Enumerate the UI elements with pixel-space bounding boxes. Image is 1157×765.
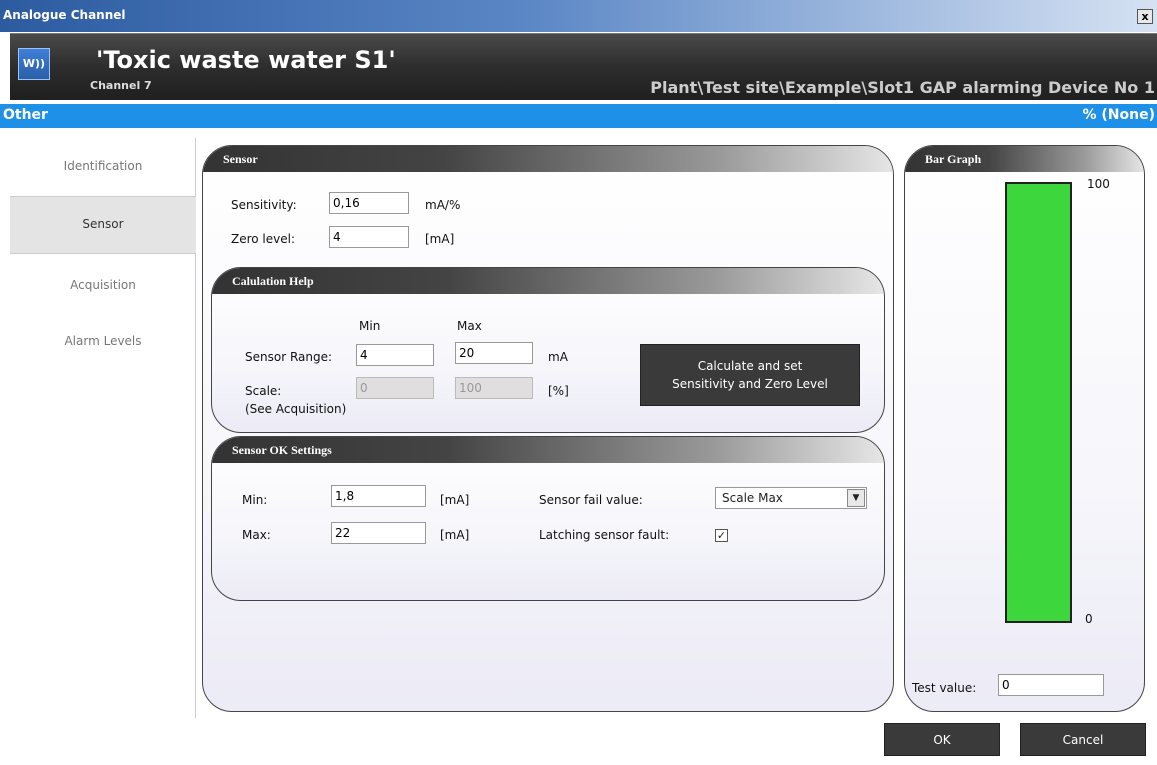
calculate-button-line1: Calculate and set [697, 359, 803, 373]
chevron-down-icon[interactable]: ▼ [847, 489, 865, 507]
sidebar-nav: Identification Sensor Acquisition Alarm … [10, 138, 196, 718]
calculation-help-header: Calulation Help [212, 268, 884, 294]
channel-header: W)) 'Toxic waste water S1' Channel 7 Pla… [10, 33, 1157, 100]
range-unit: mA [548, 350, 568, 364]
sensitivity-label: Sensitivity: [231, 198, 297, 212]
test-value-label: Test value: [912, 681, 977, 695]
channel-name: 'Toxic waste water S1' [96, 46, 396, 74]
channel-path: Plant\Test site\Example\Slot1 GAP alarmi… [650, 78, 1155, 97]
ok-min-input[interactable] [331, 485, 426, 507]
range-min-input[interactable] [356, 344, 434, 366]
sensor-fail-select[interactable]: Scale Max ▼ [715, 487, 867, 509]
sensitivity-unit: mA/% [425, 198, 461, 212]
sensor-range-label: Sensor Range: [245, 350, 333, 364]
ok-max-input[interactable] [331, 522, 426, 544]
ok-button[interactable]: OK [884, 723, 1000, 756]
bar-max-label: 100 [1087, 177, 1110, 191]
calculation-help-panel: Calulation Help Min Max Sensor Range: mA… [211, 267, 885, 433]
ok-min-label: Min: [242, 493, 268, 507]
status-bar: Other % (None) [0, 104, 1157, 128]
sidebar-item-label: Alarm Levels [64, 334, 142, 348]
sensor-ok-panel: Sensor OK Settings Min: [mA] Max: [mA] S… [211, 436, 885, 601]
close-icon[interactable]: x [1137, 9, 1153, 24]
sensor-panel-title: Sensor [223, 152, 258, 166]
sidebar-item-identification[interactable]: Identification [10, 138, 196, 196]
sidebar-item-acquisition[interactable]: Acquisition [10, 254, 196, 312]
sidebar-item-label: Acquisition [70, 278, 136, 292]
bar-graph-panel: Bar Graph 100 0 Test value: [904, 145, 1145, 712]
channel-logo-icon: W)) [18, 48, 50, 80]
scale-label: Scale: [245, 384, 282, 398]
test-value-input[interactable] [998, 674, 1104, 696]
min-column-header: Min [359, 319, 381, 333]
zero-level-label: Zero level: [231, 232, 296, 246]
latching-label: Latching sensor fault: [539, 528, 670, 542]
zero-level-unit: [mA] [425, 232, 455, 246]
sidebar-item-label: Identification [63, 159, 143, 173]
status-unit: % (None) [1082, 107, 1156, 123]
window-titlebar: Analogue Channel x [0, 0, 1157, 32]
window-title: Analogue Channel [3, 8, 126, 22]
sensor-fail-value: Scale Max [722, 491, 783, 505]
sidebar-item-alarm-levels[interactable]: Alarm Levels [10, 312, 196, 370]
sidebar-item-sensor[interactable]: Sensor [10, 196, 196, 254]
sensitivity-input[interactable] [329, 192, 409, 214]
scale-max-input [455, 377, 533, 399]
calculation-help-title: Calulation Help [232, 274, 314, 288]
sensor-ok-header: Sensor OK Settings [212, 437, 884, 463]
bar-min-label: 0 [1085, 612, 1093, 626]
max-column-header: Max [457, 319, 482, 333]
range-max-input[interactable] [455, 342, 533, 364]
zero-level-input[interactable] [329, 226, 409, 248]
ok-max-label: Max: [242, 528, 271, 542]
channel-number: Channel 7 [90, 79, 152, 92]
sensor-ok-title: Sensor OK Settings [232, 443, 332, 457]
status-left: Other [3, 107, 48, 123]
sensor-panel-header: Sensor [203, 146, 893, 172]
bar-graph-header: Bar Graph [905, 146, 1144, 172]
ok-min-unit: [mA] [440, 493, 470, 507]
bar-graph-title: Bar Graph [925, 152, 982, 166]
sensor-fail-label: Sensor fail value: [539, 493, 643, 507]
latching-checkbox[interactable]: ✓ [715, 529, 728, 542]
scale-min-input [356, 377, 434, 399]
calculate-button[interactable]: Calculate and set Sensitivity and Zero L… [640, 344, 860, 406]
level-bar [1005, 182, 1072, 623]
calculate-button-line2: Sensitivity and Zero Level [672, 377, 828, 391]
cancel-button[interactable]: Cancel [1020, 723, 1146, 756]
sidebar-item-label: Sensor [82, 217, 124, 231]
ok-max-unit: [mA] [440, 528, 470, 542]
scale-note: (See Acquisition) [245, 402, 347, 416]
scale-unit: [%] [548, 384, 569, 398]
